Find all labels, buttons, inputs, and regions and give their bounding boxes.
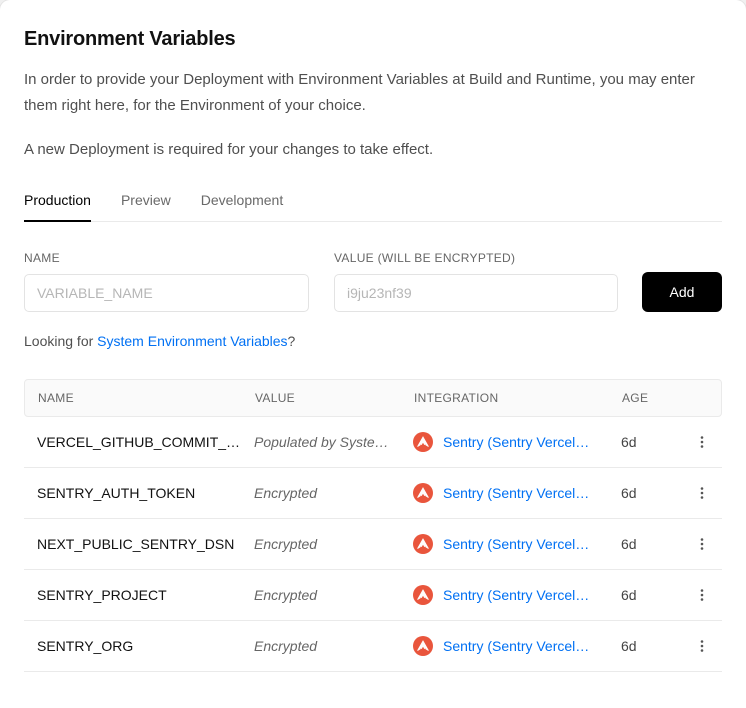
add-variable-form: NAME VALUE (WILL BE ENCRYPTED) Add [24, 251, 722, 312]
variable-age: 6d [621, 638, 682, 654]
integration-cell: Sentry (Sentry Vercel… [413, 534, 621, 554]
hint-suffix: ? [288, 333, 296, 349]
table-header-row: NAME VALUE INTEGRATION AGE [24, 379, 722, 417]
table-row: NEXT_PUBLIC_SENTRY_DSN Encrypted Sentry … [24, 519, 722, 570]
add-button[interactable]: Add [642, 272, 722, 312]
integration-cell: Sentry (Sentry Vercel… [413, 432, 621, 452]
environment-variables-panel: Environment Variables In order to provid… [0, 0, 746, 708]
env-variables-table: NAME VALUE INTEGRATION AGE VERCEL_GITHUB… [24, 379, 722, 672]
env-table-body: VERCEL_GITHUB_COMMIT_… Populated by Syst… [24, 417, 722, 672]
column-header-name: NAME [38, 391, 255, 405]
variable-age: 6d [621, 434, 682, 450]
table-row: SENTRY_PROJECT Encrypted Sentry (Sentry … [24, 570, 722, 621]
row-menu-button[interactable] [690, 532, 714, 556]
table-row: SENTRY_AUTH_TOKEN Encrypted Sentry (Sent… [24, 468, 722, 519]
integration-cell: Sentry (Sentry Vercel… [413, 636, 621, 656]
integration-link[interactable]: Sentry (Sentry Vercel… [443, 434, 589, 450]
system-env-variables-link[interactable]: System Environment Variables [97, 333, 287, 349]
sentry-icon [413, 483, 433, 503]
variable-value: Populated by Syste… [254, 434, 413, 450]
redeploy-note: A new Deployment is required for your ch… [24, 137, 722, 163]
variable-value: Encrypted [254, 536, 413, 552]
sentry-icon [413, 432, 433, 452]
value-field-label: VALUE (WILL BE ENCRYPTED) [334, 251, 642, 265]
column-header-value: VALUE [255, 391, 414, 405]
variable-name: NEXT_PUBLIC_SENTRY_DSN [37, 536, 254, 552]
kebab-menu-icon [695, 639, 709, 653]
integration-link[interactable]: Sentry (Sentry Vercel… [443, 587, 589, 603]
row-menu-button[interactable] [690, 634, 714, 658]
kebab-menu-icon [695, 435, 709, 449]
variable-name: VERCEL_GITHUB_COMMIT_… [37, 434, 254, 450]
integration-link[interactable]: Sentry (Sentry Vercel… [443, 638, 589, 654]
table-row: SENTRY_ORG Encrypted Sentry (Sentry Verc… [24, 621, 722, 672]
tab-production[interactable]: Production [24, 192, 91, 222]
row-menu-button[interactable] [690, 430, 714, 454]
variable-value-input[interactable] [334, 274, 618, 312]
row-menu-button[interactable] [690, 481, 714, 505]
integration-cell: Sentry (Sentry Vercel… [413, 585, 621, 605]
integration-link[interactable]: Sentry (Sentry Vercel… [443, 485, 589, 501]
environment-tabs: Production Preview Development [24, 192, 722, 222]
variable-name-input[interactable] [24, 274, 309, 312]
tab-preview[interactable]: Preview [121, 192, 171, 222]
sentry-icon [413, 534, 433, 554]
integration-link[interactable]: Sentry (Sentry Vercel… [443, 536, 589, 552]
system-env-hint: Looking for System Environment Variables… [24, 333, 722, 349]
description-paragraph: In order to provide your Deployment with… [24, 67, 722, 119]
variable-value: Encrypted [254, 485, 413, 501]
kebab-menu-icon [695, 588, 709, 602]
integration-cell: Sentry (Sentry Vercel… [413, 483, 621, 503]
hint-prefix: Looking for [24, 333, 97, 349]
kebab-menu-icon [695, 537, 709, 551]
column-header-age: AGE [622, 391, 681, 405]
variable-age: 6d [621, 587, 682, 603]
sentry-icon [413, 585, 433, 605]
variable-name: SENTRY_ORG [37, 638, 254, 654]
sentry-icon [413, 636, 433, 656]
variable-name: SENTRY_AUTH_TOKEN [37, 485, 254, 501]
variable-age: 6d [621, 485, 682, 501]
page-title: Environment Variables [24, 28, 722, 51]
variable-age: 6d [621, 536, 682, 552]
variable-name: SENTRY_PROJECT [37, 587, 254, 603]
kebab-menu-icon [695, 486, 709, 500]
name-field-label: NAME [24, 251, 334, 265]
variable-value: Encrypted [254, 638, 413, 654]
tab-development[interactable]: Development [201, 192, 284, 222]
table-row: VERCEL_GITHUB_COMMIT_… Populated by Syst… [24, 417, 722, 468]
variable-value: Encrypted [254, 587, 413, 603]
column-header-integration: INTEGRATION [414, 391, 622, 405]
row-menu-button[interactable] [690, 583, 714, 607]
